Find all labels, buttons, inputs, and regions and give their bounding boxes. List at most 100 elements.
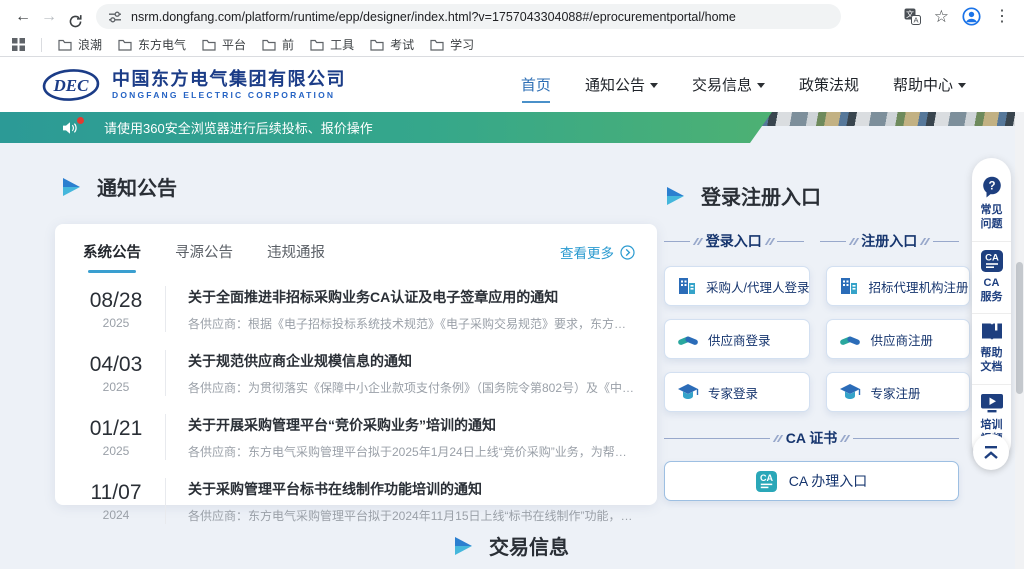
back-icon[interactable]: ← (10, 0, 36, 33)
bookmarks-bar: 浪潮 东方电气 平台 前 工具 考试 学习 (0, 33, 1024, 56)
chevron-down-icon (757, 83, 765, 88)
building-icon (677, 277, 697, 295)
supplier-login-button[interactable]: 供应商登录 (664, 319, 810, 359)
notice-date: 08/282025 (79, 289, 153, 330)
company-name: 中国东方电气集团有限公司 DONGFANG ELECTRIC CORPORATI… (112, 69, 346, 100)
folder-icon (370, 39, 384, 51)
login-section-title: 登录注册入口 (701, 181, 821, 210)
button-label: 供应商注册 (870, 330, 933, 349)
bookmark-label: 平台 (222, 36, 246, 53)
ca-apply-button[interactable]: CA 办理入口 (664, 461, 959, 501)
tab-system-notices[interactable]: 系统公告 (83, 241, 141, 273)
back-to-top-icon (982, 445, 1000, 460)
folder-icon (202, 39, 216, 51)
notice-row[interactable]: 01/212025 关于开展采购管理平台“竞价采购业务”培训的通知各供应商：东方… (79, 405, 637, 469)
url-bar[interactable]: nsrm.dongfang.com/platform/runtime/epp/d… (96, 4, 841, 29)
circle-arrow-icon (620, 245, 635, 260)
bookmark-item[interactable]: 平台 (202, 36, 246, 53)
folder-icon (118, 39, 132, 51)
menu-icon[interactable]: ⋮ (994, 0, 1010, 33)
notice-desc: 各供应商：东方电气采购管理平台拟于2025年1月24日上线“竞价采购”业务，为帮… (188, 443, 637, 460)
handshake-icon (839, 331, 861, 347)
apps-grid-icon[interactable] (12, 38, 25, 51)
nav-policies[interactable]: 政策法规 (799, 57, 859, 112)
bookmark-item[interactable]: 工具 (310, 36, 354, 53)
nav-trade-info[interactable]: 交易信息 (692, 57, 765, 112)
speaker-icon (62, 121, 78, 135)
graduation-cap-icon (839, 383, 861, 401)
expert-login-button[interactable]: 专家登录 (664, 372, 810, 412)
folder-icon (310, 39, 324, 51)
view-more-link[interactable]: 查看更多 (560, 241, 635, 262)
notice-title[interactable]: 关于采购管理平台标书在线制作功能培训的通知 (188, 479, 637, 499)
notice-title[interactable]: 关于开展采购管理平台“竞价采购业务”培训的通知 (188, 415, 637, 435)
nav-label: 首页 (521, 74, 551, 95)
tab-violation-reports[interactable]: 违规通报 (267, 241, 325, 273)
translate-icon[interactable]: 文 A (904, 8, 921, 25)
bookmark-item[interactable]: 东方电气 (118, 36, 186, 53)
graduation-cap-icon (677, 383, 699, 401)
question-bubble-icon: ? (980, 175, 1004, 199)
sidebar-item-faq[interactable]: ? 常见问题 (972, 167, 1011, 241)
tab-sourcing-notices[interactable]: 寻源公告 (175, 241, 233, 273)
training-video-icon (980, 393, 1004, 414)
sidebar-item-label: 常见问题 (980, 203, 1004, 232)
notice-desc: 各供应商：为贯彻落实《保障中小企业款项支付条例》（国务院令第802号）及《中小企… (188, 379, 637, 396)
profile-avatar-icon[interactable] (962, 7, 981, 26)
ca-badge-icon (756, 471, 777, 492)
section-arrow-icon (452, 535, 474, 557)
bookmark-item[interactable]: 考试 (370, 36, 414, 53)
bookmark-item[interactable]: 浪潮 (58, 36, 102, 53)
bookmark-item[interactable]: 前 (262, 36, 294, 53)
expert-register-button[interactable]: 专家注册 (826, 372, 969, 412)
back-to-top-button[interactable] (973, 434, 1009, 470)
notice-date: 11/072024 (79, 481, 153, 522)
sidebar-item-label: 帮助文档 (980, 346, 1004, 375)
notice-title[interactable]: 关于全面推进非招标采购业务CA认证及电子签章应用的通知 (188, 287, 637, 307)
forward-icon[interactable]: → (36, 0, 62, 33)
supplier-register-button[interactable]: 供应商注册 (826, 319, 969, 359)
sidebar-item-ca-service[interactable]: CA服务 (972, 241, 1011, 314)
purchaser-login-button[interactable]: 采购人/代理人登录 (664, 266, 810, 306)
nav-home[interactable]: 首页 (521, 57, 551, 112)
refresh-icon[interactable] (62, 5, 88, 29)
button-label: 专家登录 (708, 383, 758, 402)
login-section-header: 登录注册入口 (664, 181, 821, 210)
notice-row[interactable]: 08/282025 关于全面推进非招标采购业务CA认证及电子签章应用的通知各供应… (79, 277, 637, 341)
bidding-agency-register-button[interactable]: 招标代理机构注册 (826, 266, 969, 306)
trade-section-title: 交易信息 (489, 531, 569, 560)
sidebar-item-help-docs[interactable]: 帮助文档 (972, 313, 1011, 384)
divider (41, 38, 42, 52)
scrollbar-thumb[interactable] (1016, 262, 1023, 394)
tip-banner-text: 请使用360安全浏览器进行后续投标、报价操作 (104, 118, 373, 137)
nav-label: 政策法规 (799, 74, 859, 95)
scrollbar-track[interactable] (1015, 112, 1024, 569)
nav-label: 交易信息 (692, 74, 752, 95)
folder-icon (262, 39, 276, 51)
site-header: DEC 中国东方电气集团有限公司 DONGFANG ELECTRIC CORPO… (0, 57, 1024, 112)
nav-label: 通知公告 (585, 74, 645, 95)
notice-row[interactable]: 04/032025 关于规范供应商企业规模信息的通知各供应商：为贯彻落实《保障中… (79, 341, 637, 405)
url-text: nsrm.dongfang.com/platform/runtime/epp/d… (131, 10, 736, 24)
bookmark-star-icon[interactable]: ☆ (934, 0, 949, 33)
folder-icon (58, 39, 72, 51)
button-label: 采购人/代理人登录 (706, 277, 809, 296)
notice-title[interactable]: 关于规范供应商企业规模信息的通知 (188, 351, 637, 371)
button-label: CA 办理入口 (789, 471, 868, 491)
notification-dot (77, 117, 84, 124)
quick-access-sidebar: ? 常见问题 CA服务 帮助文档 培训视频 (972, 158, 1011, 462)
bookmark-item[interactable]: 学习 (430, 36, 474, 53)
bookmark-label: 东方电气 (138, 36, 186, 53)
notice-row[interactable]: 11/072024 关于采购管理平台标书在线制作功能培训的通知各供应商：东方电气… (79, 469, 637, 533)
login-register-panel: 登录入口 注册入口 采购人/代理人登录 招标代理机构注册 供应商登录 供应商注册… (664, 231, 959, 501)
bookmark-label: 前 (282, 36, 294, 53)
tune-icon (108, 10, 122, 24)
nav-label: 帮助中心 (893, 74, 953, 95)
nav-help-center[interactable]: 帮助中心 (893, 57, 966, 112)
browser-tip-banner: 请使用360安全浏览器进行后续投标、报价操作 (0, 112, 772, 143)
view-more-label: 查看更多 (560, 242, 614, 262)
nav-notices[interactable]: 通知公告 (585, 57, 658, 112)
notice-desc: 各供应商：根据《电子招标投标系统技术规范》《电子采购交易规范》要求，东方电气采购… (188, 315, 637, 332)
button-label: 专家注册 (870, 383, 920, 402)
company-logo[interactable]: DEC 中国东方电气集团有限公司 DONGFANG ELECTRIC CORPO… (42, 67, 346, 103)
